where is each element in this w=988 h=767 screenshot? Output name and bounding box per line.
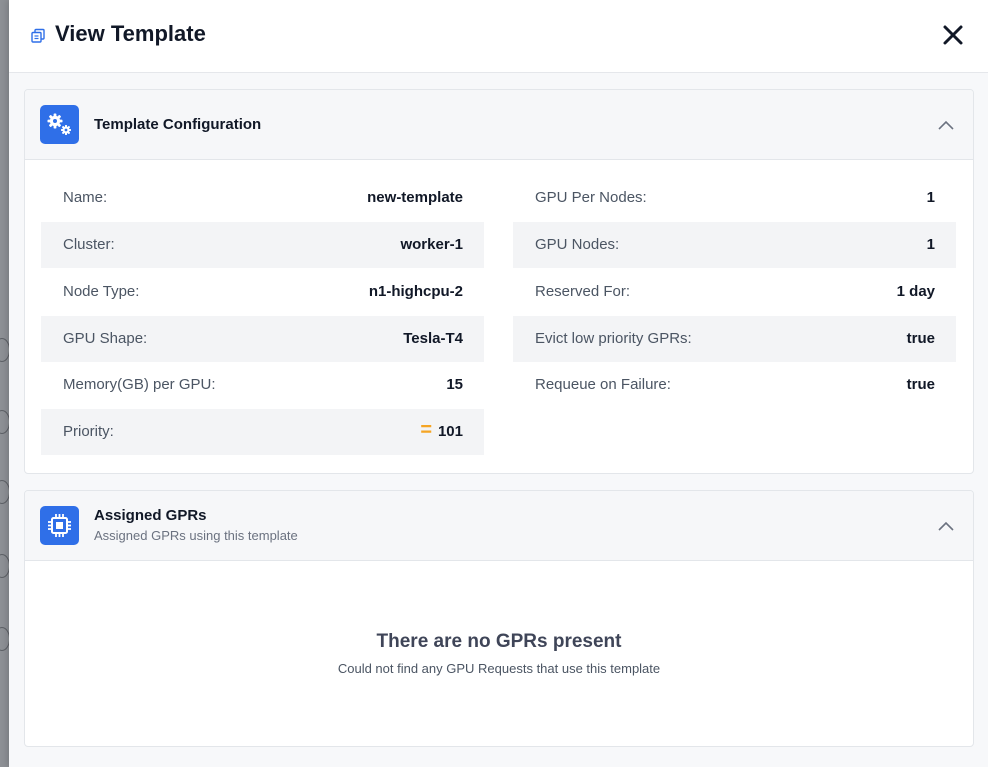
config-label: Reserved For: xyxy=(535,283,631,300)
config-row-requeue: Requeue on Failure: true xyxy=(513,362,956,408)
config-row-node-type: Node Type: n1-highcpu-2 xyxy=(41,269,484,315)
config-label: Requeue on Failure: xyxy=(535,376,671,393)
config-label: Priority: xyxy=(63,423,114,440)
config-label: Name: xyxy=(63,189,108,206)
config-value: 1 xyxy=(926,236,935,253)
config-value: 15 xyxy=(446,376,463,393)
config-row-memory: Memory(GB) per GPU: 15 xyxy=(41,362,484,408)
config-card-title: Template Configuration xyxy=(94,116,262,133)
config-value: 101 xyxy=(437,423,463,440)
gprs-card-subtitle: Assigned GPRs using this template xyxy=(94,528,298,543)
config-row-gpu-shape: GPU Shape: Tesla-T4 xyxy=(41,316,484,362)
config-label: GPU Shape: xyxy=(63,330,148,347)
chip-icon xyxy=(40,506,79,545)
config-row-priority: Priority: = 101 xyxy=(41,409,484,455)
priority-equal-icon: = xyxy=(420,419,432,441)
config-value: true xyxy=(906,376,935,393)
template-configuration-card: Template Configuration Name: new-templat… xyxy=(24,89,974,474)
copy-icon xyxy=(30,28,46,44)
config-label: Node Type: xyxy=(63,283,140,300)
gprs-card-title: Assigned GPRs xyxy=(94,507,207,524)
config-row-evict: Evict low priority GPRs: true xyxy=(513,316,956,362)
config-row-reserved-for: Reserved For: 1 day xyxy=(513,269,956,315)
chevron-up-icon[interactable] xyxy=(938,117,954,130)
config-label: Memory(GB) per GPU: xyxy=(63,376,216,393)
empty-state-title: There are no GPRs present xyxy=(376,631,622,652)
gears-icon xyxy=(40,105,79,144)
config-value: worker-1 xyxy=(400,236,463,253)
page-title: View Template xyxy=(55,21,206,46)
close-button[interactable] xyxy=(941,23,965,47)
config-value: n1-highcpu-2 xyxy=(368,283,463,300)
config-row-cluster: Cluster: worker-1 xyxy=(41,222,484,268)
config-label: Evict low priority GPRs: xyxy=(535,330,692,347)
config-value: Tesla-T4 xyxy=(403,330,463,347)
chevron-up-icon[interactable] xyxy=(938,518,954,531)
config-label: GPU Nodes: xyxy=(535,236,620,253)
view-template-drawer: View Template Template Configuration Nam… xyxy=(9,0,988,767)
assigned-gprs-card: Assigned GPRs Assigned GPRs using this t… xyxy=(24,490,974,747)
config-value: 1 xyxy=(926,189,935,206)
config-row-name: Name: new-template xyxy=(41,175,484,221)
drawer-header: View Template xyxy=(9,0,988,73)
config-label: Cluster: xyxy=(63,236,115,253)
close-icon xyxy=(943,25,963,45)
config-value: true xyxy=(906,330,935,347)
config-value: 1 day xyxy=(896,283,935,300)
config-row-gpu-nodes: GPU Nodes: 1 xyxy=(513,222,956,268)
config-card-header[interactable]: Template Configuration xyxy=(25,90,973,160)
config-row-gpu-per-nodes: GPU Per Nodes: 1 xyxy=(513,175,956,221)
config-value: new-template xyxy=(367,189,463,206)
gprs-card-header[interactable]: Assigned GPRs Assigned GPRs using this t… xyxy=(25,491,973,561)
empty-state-subtitle: Could not find any GPU Requests that use… xyxy=(337,661,661,676)
config-label: GPU Per Nodes: xyxy=(535,189,647,206)
